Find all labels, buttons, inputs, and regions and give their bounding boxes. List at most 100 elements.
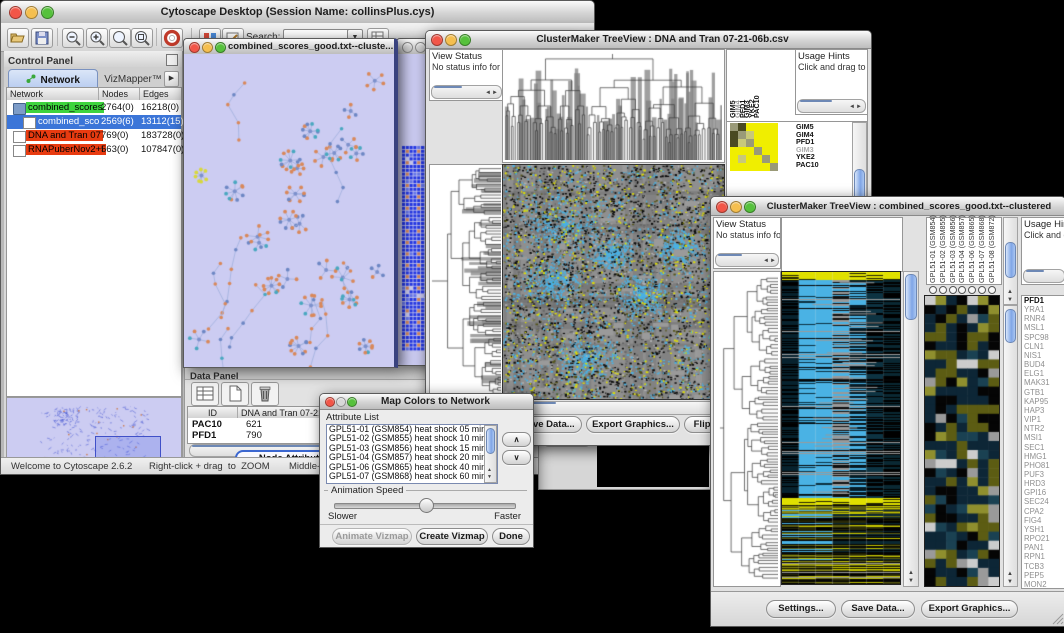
view-status-scrollbar[interactable]: ◄► [715, 253, 779, 267]
gene-label[interactable]: FIG4 [1024, 516, 1064, 525]
matrix-cell[interactable] [762, 139, 770, 147]
zoom-selected-icon[interactable] [109, 28, 131, 48]
matrix-row-label[interactable]: PAC10 [796, 161, 836, 169]
treeview2-titlebar[interactable]: ClusterMaker TreeView : combined_scores_… [711, 197, 1064, 216]
close-icon[interactable] [402, 42, 413, 53]
done-button[interactable]: Done [492, 528, 530, 545]
matrix-cell[interactable] [738, 147, 746, 155]
heatmap-column-label[interactable]: GPL51-07 (GSM868) [978, 220, 985, 283]
open-file-button[interactable] [7, 28, 29, 48]
zoom-in-icon[interactable] [86, 28, 108, 48]
animation-slider-thumb[interactable] [419, 498, 434, 513]
gene-label[interactable]: KAP95 [1024, 397, 1064, 406]
gene-label[interactable]: SEC1 [1024, 443, 1064, 452]
similarity-matrix[interactable] [730, 123, 778, 171]
gene-label[interactable]: RNR4 [1024, 314, 1064, 323]
matrix-cell[interactable] [762, 147, 770, 155]
treeview2-genes-vscrollbar[interactable]: ▲▼ [1003, 305, 1018, 587]
float-panel-icon[interactable] [166, 54, 178, 66]
attribute-items[interactable]: GPL51-01 (GSM854) heat shock 05 minGPL51… [327, 425, 497, 481]
network1-canvas[interactable] [184, 54, 390, 367]
treeview2-settings-button[interactable]: Settings... [766, 600, 836, 618]
column-header-network[interactable]: Network [7, 88, 99, 100]
gene-label[interactable]: SPC98 [1024, 333, 1064, 342]
tab-network[interactable]: Network [8, 69, 98, 89]
matrix-cell[interactable] [746, 147, 754, 155]
column-header-id[interactable]: ID [188, 407, 238, 418]
heatmap-column-label[interactable]: GPL51-04 (GSM857) [958, 220, 965, 283]
gene-label[interactable]: RPO21 [1024, 534, 1064, 543]
network-list-row[interactable]: combined_scores2764(0)16218(0) [7, 101, 181, 115]
matrix-cell[interactable] [754, 147, 762, 155]
usage-hints-scrollbar[interactable] [1023, 269, 1064, 283]
heatmap-column-label[interactable]: GPL51-08 (GSM872) [988, 220, 995, 283]
matrix-cell[interactable] [746, 123, 754, 131]
gene-label[interactable]: CLN1 [1024, 342, 1064, 351]
zoom-out-icon[interactable] [62, 28, 84, 48]
move-down-button[interactable]: ∨ [502, 450, 531, 465]
move-up-button[interactable]: ∧ [502, 432, 531, 447]
scrollbar-thumb[interactable] [1005, 242, 1016, 278]
treeview1-column-dendrogram[interactable] [502, 49, 725, 163]
scrollbar-thumb[interactable] [905, 274, 917, 320]
gene-label[interactable]: TCB3 [1024, 562, 1064, 571]
matrix-cell[interactable] [762, 131, 770, 139]
main-titlebar[interactable]: Cytoscape Desktop (Session Name: collins… [1, 1, 594, 24]
matrix-cell[interactable] [730, 131, 738, 139]
treeview2-heatmap-vscrollbar[interactable]: ▲▼ [903, 271, 919, 587]
gene-label[interactable]: MON2 [1024, 580, 1064, 589]
dialog-titlebar[interactable]: Map Colors to Network [320, 394, 533, 410]
gene-label[interactable]: YRA1 [1024, 305, 1064, 314]
network-list-row[interactable]: combined_sco2569(6)13112(15) [7, 115, 181, 129]
treeview2-gene-list[interactable]: PFD1YRA1RNR4MSL1SPC98CLN1NIS1BUD4ELG1MAK… [1021, 295, 1064, 589]
matrix-cell[interactable] [762, 123, 770, 131]
column-handle-icon[interactable] [939, 286, 947, 294]
gene-label[interactable]: HAP3 [1024, 406, 1064, 415]
matrix-cell[interactable] [730, 163, 738, 171]
matrix-cell[interactable] [738, 139, 746, 147]
treeview2-column-handles[interactable] [926, 285, 1000, 294]
gene-label[interactable]: MAK31 [1024, 378, 1064, 387]
gene-label[interactable]: BUD4 [1024, 360, 1064, 369]
treeview2-column-labels[interactable]: GPL51-01 (GSM854)GPL51-02 (GSM855)GPL51-… [926, 217, 1002, 285]
attribute-list-vscrollbar[interactable]: ▲▼ [484, 425, 497, 483]
treeview2-row-dendrogram[interactable] [713, 271, 781, 587]
scrollbar-thumb[interactable] [800, 100, 832, 102]
matrix-cell[interactable] [746, 155, 754, 163]
treeview1-titlebar[interactable]: ClusterMaker TreeView : DNA and Tran 07-… [426, 31, 871, 49]
gene-label[interactable]: ELG1 [1024, 369, 1064, 378]
treeview2-zoom-heatmap[interactable] [924, 295, 1000, 587]
matrix-cell[interactable] [770, 123, 778, 131]
gene-label[interactable]: MSI1 [1024, 433, 1064, 442]
gene-label[interactable]: GTB1 [1024, 388, 1064, 397]
zoom-fit-icon[interactable] [131, 28, 153, 48]
matrix-cell[interactable] [762, 155, 770, 163]
matrix-cell[interactable] [770, 155, 778, 163]
matrix-cell[interactable] [738, 155, 746, 163]
column-header-nodes[interactable]: Nodes [99, 88, 140, 100]
matrix-cell[interactable] [746, 131, 754, 139]
treeview2-column-dendrogram[interactable] [781, 217, 903, 272]
scrollbar-thumb[interactable] [718, 254, 742, 256]
scrollbar-thumb[interactable] [1005, 309, 1016, 343]
gene-label[interactable]: PHO81 [1024, 461, 1064, 470]
treeview1-column-labels[interactable]: GIM5GIM4PFD1GIM3YKE2PAC10 [729, 50, 761, 119]
usage-hints-scrollbar[interactable]: ◄► [797, 99, 866, 113]
scrollbar-thumb[interactable] [434, 86, 462, 88]
tab-overflow-button[interactable]: ▶ [164, 71, 179, 87]
scrollbar-thumb[interactable] [486, 428, 495, 454]
column-handle-icon[interactable] [929, 286, 937, 294]
matrix-cell[interactable] [746, 139, 754, 147]
gene-label[interactable]: VIP1 [1024, 415, 1064, 424]
gene-label[interactable]: NTR2 [1024, 424, 1064, 433]
heatmap-column-label[interactable]: GPL51-06 (GSM865) [968, 220, 975, 283]
treeview1-row-dendrogram[interactable] [429, 164, 504, 400]
gene-label[interactable]: NIS1 [1024, 351, 1064, 360]
matrix-column-label[interactable]: PAC10 [753, 52, 760, 118]
gene-label[interactable]: HRD3 [1024, 479, 1064, 488]
heatmap-column-label[interactable]: GPL51-01 (GSM854) [929, 220, 936, 283]
gene-label[interactable]: PAN1 [1024, 543, 1064, 552]
matrix-cell[interactable] [770, 163, 778, 171]
matrix-cell[interactable] [770, 131, 778, 139]
resize-grip-icon[interactable] [1051, 612, 1064, 625]
